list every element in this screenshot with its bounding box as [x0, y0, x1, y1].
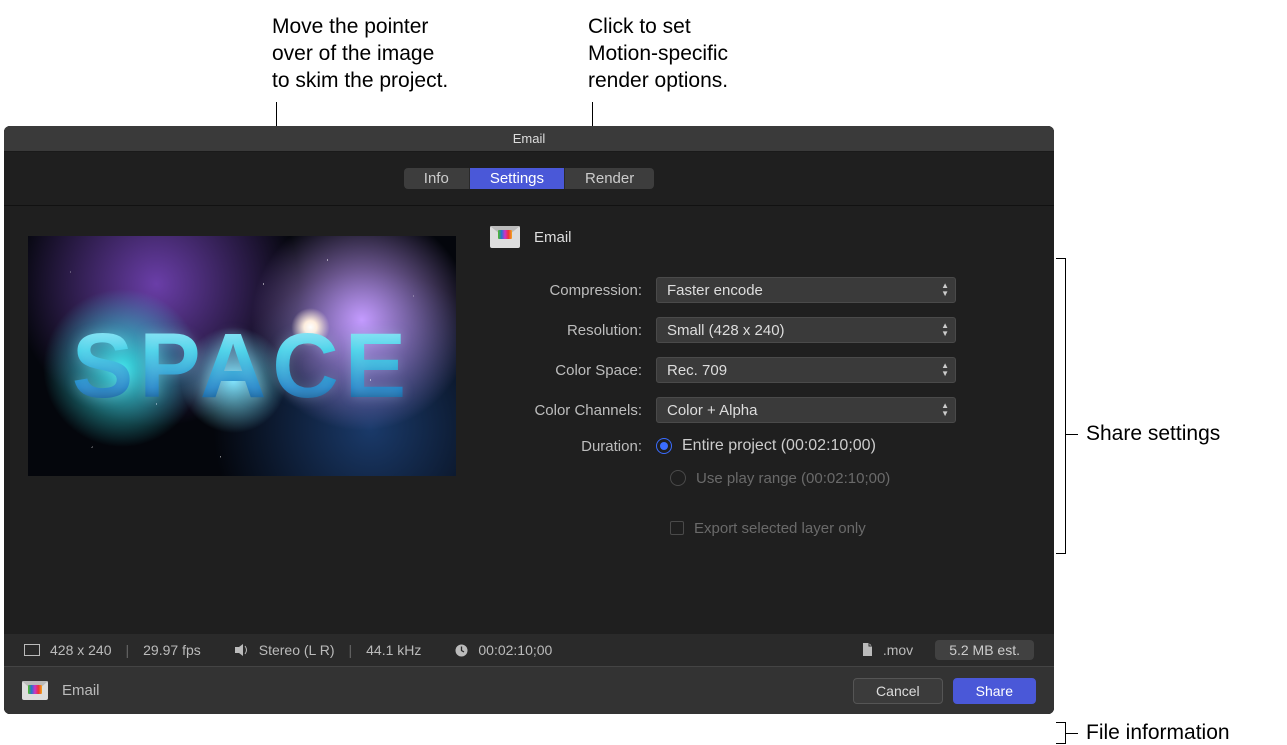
settings-panel: Email Compression: Faster encode ▲▼ Reso… — [456, 226, 1030, 616]
info-khz: 44.1 kHz — [366, 642, 421, 658]
email-icon — [22, 681, 48, 700]
footer-title: Email — [62, 682, 100, 699]
duration-entire-label: Entire project (00:02:10;00) — [682, 437, 876, 455]
info-fps: 29.97 fps — [143, 642, 201, 658]
compression-select[interactable]: Faster encode ▲▼ — [656, 277, 956, 303]
stepper-icon: ▲▼ — [941, 362, 949, 378]
frame-icon — [24, 644, 40, 656]
channels-label: Color Channels: — [486, 402, 656, 419]
file-icon — [862, 643, 873, 657]
duration-label: Duration: — [486, 438, 656, 455]
duration-entire-radio[interactable] — [656, 438, 672, 454]
tab-bar: Info Settings Render — [4, 152, 1054, 206]
info-duration: 00:02:10;00 — [478, 642, 552, 658]
bracket — [1056, 258, 1066, 554]
window-title: Email — [4, 126, 1054, 152]
file-info-bar: 428 x 240 | 29.97 fps Stereo (L R) | 44.… — [4, 634, 1054, 666]
preview-text: SPACE — [28, 314, 456, 419]
tab-settings[interactable]: Settings — [470, 168, 565, 189]
compression-label: Compression: — [486, 282, 656, 299]
channels-select[interactable]: Color + Alpha ▲▼ — [656, 397, 956, 423]
colorspace-label: Color Space: — [486, 362, 656, 379]
speaker-icon — [235, 644, 249, 656]
share-button[interactable]: Share — [953, 678, 1036, 704]
bracket — [1056, 722, 1066, 744]
info-audio: Stereo (L R) — [259, 642, 335, 658]
colorspace-select[interactable]: Rec. 709 ▲▼ — [656, 357, 956, 383]
stepper-icon: ▲▼ — [941, 322, 949, 338]
info-filesize: 5.2 MB est. — [935, 640, 1034, 660]
section-title: Email — [534, 229, 572, 246]
email-icon — [490, 226, 520, 248]
duration-range-radio[interactable] — [670, 470, 686, 486]
callout-render: Click to set Motion-specific render opti… — [588, 13, 728, 94]
resolution-select[interactable]: Small (428 x 240) ▲▼ — [656, 317, 956, 343]
export-selected-checkbox[interactable] — [670, 521, 684, 535]
share-dialog: Email Info Settings Render SPACE Email C… — [4, 126, 1054, 714]
callout-skim: Move the pointer over of the image to sk… — [272, 13, 448, 94]
stepper-icon: ▲▼ — [941, 282, 949, 298]
resolution-label: Resolution: — [486, 322, 656, 339]
tab-render[interactable]: Render — [565, 168, 654, 189]
bracket-tick — [1066, 434, 1078, 435]
stepper-icon: ▲▼ — [941, 402, 949, 418]
callout-share-settings: Share settings — [1086, 422, 1220, 446]
info-dimensions: 428 x 240 — [50, 642, 112, 658]
duration-range-label: Use play range (00:02:10;00) — [696, 470, 890, 487]
resolution-value: Small (428 x 240) — [667, 322, 785, 339]
export-selected-label: Export selected layer only — [694, 520, 866, 537]
preview-thumbnail[interactable]: SPACE — [28, 236, 456, 476]
dialog-footer: Email Cancel Share — [4, 666, 1054, 714]
clock-icon — [455, 644, 468, 657]
channels-value: Color + Alpha — [667, 402, 757, 419]
compression-value: Faster encode — [667, 282, 763, 299]
colorspace-value: Rec. 709 — [667, 362, 727, 379]
bracket-tick — [1066, 733, 1078, 734]
callout-file-info: File information — [1086, 721, 1230, 745]
info-extension: .mov — [883, 642, 913, 658]
tab-info[interactable]: Info — [404, 168, 470, 189]
cancel-button[interactable]: Cancel — [853, 678, 943, 704]
